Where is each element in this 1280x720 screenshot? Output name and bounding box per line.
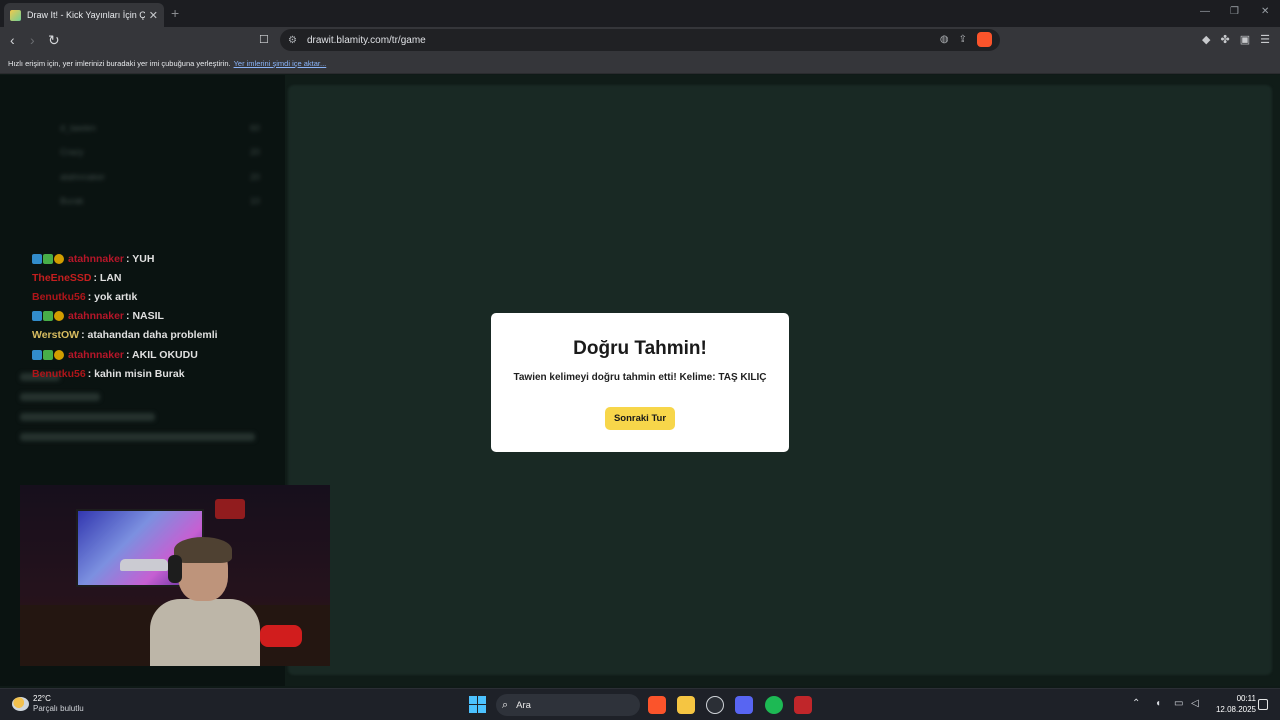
extensions-puzzle-icon[interactable]: ✤ xyxy=(1221,33,1230,46)
next-round-button[interactable]: Sonraki Tur xyxy=(605,407,675,430)
clock-time: 00:11 xyxy=(1236,694,1256,703)
start-logo-tile xyxy=(478,705,486,713)
search-placeholder: Ara xyxy=(516,699,531,711)
screen: Draw It! - Kick Yayınları İçin Ç ✕ + — ❐… xyxy=(0,0,1280,720)
site-favicon-icon xyxy=(10,9,21,21)
reload-icon[interactable]: ↻ xyxy=(48,32,60,48)
start-button[interactable] xyxy=(469,696,486,713)
system-clock[interactable]: 00:11 12.08.2025 xyxy=(1206,693,1256,715)
forward-icon[interactable]: › xyxy=(30,32,35,48)
weather-widget[interactable]: 22°C Parçalı bulutlu xyxy=(12,694,84,714)
mute-site-icon[interactable]: ◍ xyxy=(940,34,949,45)
window-close-icon[interactable]: ✕ xyxy=(1261,6,1269,17)
clock-date: 12.08.2025 xyxy=(1215,705,1256,714)
browser-tab[interactable]: Draw It! - Kick Yayınları İçin Ç ✕ xyxy=(4,3,164,27)
brave-browser-icon[interactable] xyxy=(648,696,666,714)
bookmark-icon[interactable]: ☐ xyxy=(259,32,269,48)
browser-tab-strip: Draw It! - Kick Yayınları İçin Ç ✕ + — ❐… xyxy=(0,0,1280,27)
browser-toolbar: ‹ › ↻ ☐ ⚙ drawit.blamity.com/tr/game ◍ ⇪… xyxy=(0,27,1280,53)
taskbar-search[interactable]: ⌕ Ara xyxy=(496,694,640,716)
file-explorer-icon[interactable] xyxy=(677,696,695,714)
search-icon: ⌕ xyxy=(502,698,509,711)
show-hidden-icons-icon[interactable]: ⌃ xyxy=(1132,698,1140,709)
tab-close-icon[interactable]: ✕ xyxy=(149,9,158,22)
brave-shields-icon[interactable] xyxy=(977,32,992,47)
spotify-icon[interactable] xyxy=(765,696,783,714)
back-icon[interactable]: ‹ xyxy=(10,32,15,48)
start-logo-tile xyxy=(469,696,477,704)
weather-description: Parçalı bulutlu xyxy=(33,704,84,713)
voicemeeter-icon[interactable] xyxy=(794,696,812,714)
volume-icon[interactable]: ◁ xyxy=(1191,698,1199,709)
sidebar-icon[interactable]: ▣ xyxy=(1240,33,1250,46)
dialog-title: Doğru Tahmin! xyxy=(573,338,707,359)
url-text: drawit.blamity.com/tr/game xyxy=(306,34,426,46)
notification-icon[interactable] xyxy=(1258,699,1268,710)
partly-cloudy-icon xyxy=(12,697,29,711)
microphone-tray-icon[interactable]: ◖ xyxy=(1155,698,1161,709)
address-bar[interactable]: ⚙ drawit.blamity.com/tr/game ◍ ⇪ xyxy=(280,29,1000,51)
start-logo-tile xyxy=(478,696,486,704)
tab-title: Draw It! - Kick Yayınları İçin Ç xyxy=(27,10,145,20)
temperature: 22°C xyxy=(33,694,51,703)
import-bookmarks-link[interactable]: Yer imlerini şimdi içe aktar... xyxy=(234,59,327,68)
obs-icon[interactable] xyxy=(706,696,724,714)
minimize-icon[interactable]: — xyxy=(1200,6,1210,17)
network-icon[interactable]: ▭ xyxy=(1174,698,1183,709)
dialog-message: Tawien kelimeyi doğru tahmin etti! Kelim… xyxy=(513,372,767,383)
new-tab-button[interactable]: + xyxy=(171,5,179,21)
extension-icon[interactable]: ◆ xyxy=(1202,33,1210,46)
bookmark-bar-message: Hızlı erişim için, yer imlerinizi burada… xyxy=(8,58,231,68)
bookmark-bar: Hızlı erişim için, yer imlerinizi burada… xyxy=(0,53,1280,74)
site-info-icon[interactable]: ⚙ xyxy=(288,35,297,46)
discord-icon[interactable] xyxy=(735,696,753,714)
menu-icon[interactable]: ☰ xyxy=(1260,33,1270,46)
restore-icon[interactable]: ❐ xyxy=(1230,6,1239,17)
share-icon[interactable]: ⇪ xyxy=(959,34,967,45)
windows-taskbar: 22°C Parçalı bulutlu ⌕ Ara ⌃ ◖ ▭ ◁ 00:11… xyxy=(0,688,1280,720)
correct-guess-dialog: Doğru Tahmin! Tawien kelimeyi doğru tahm… xyxy=(491,313,789,452)
start-logo-tile xyxy=(469,705,477,713)
